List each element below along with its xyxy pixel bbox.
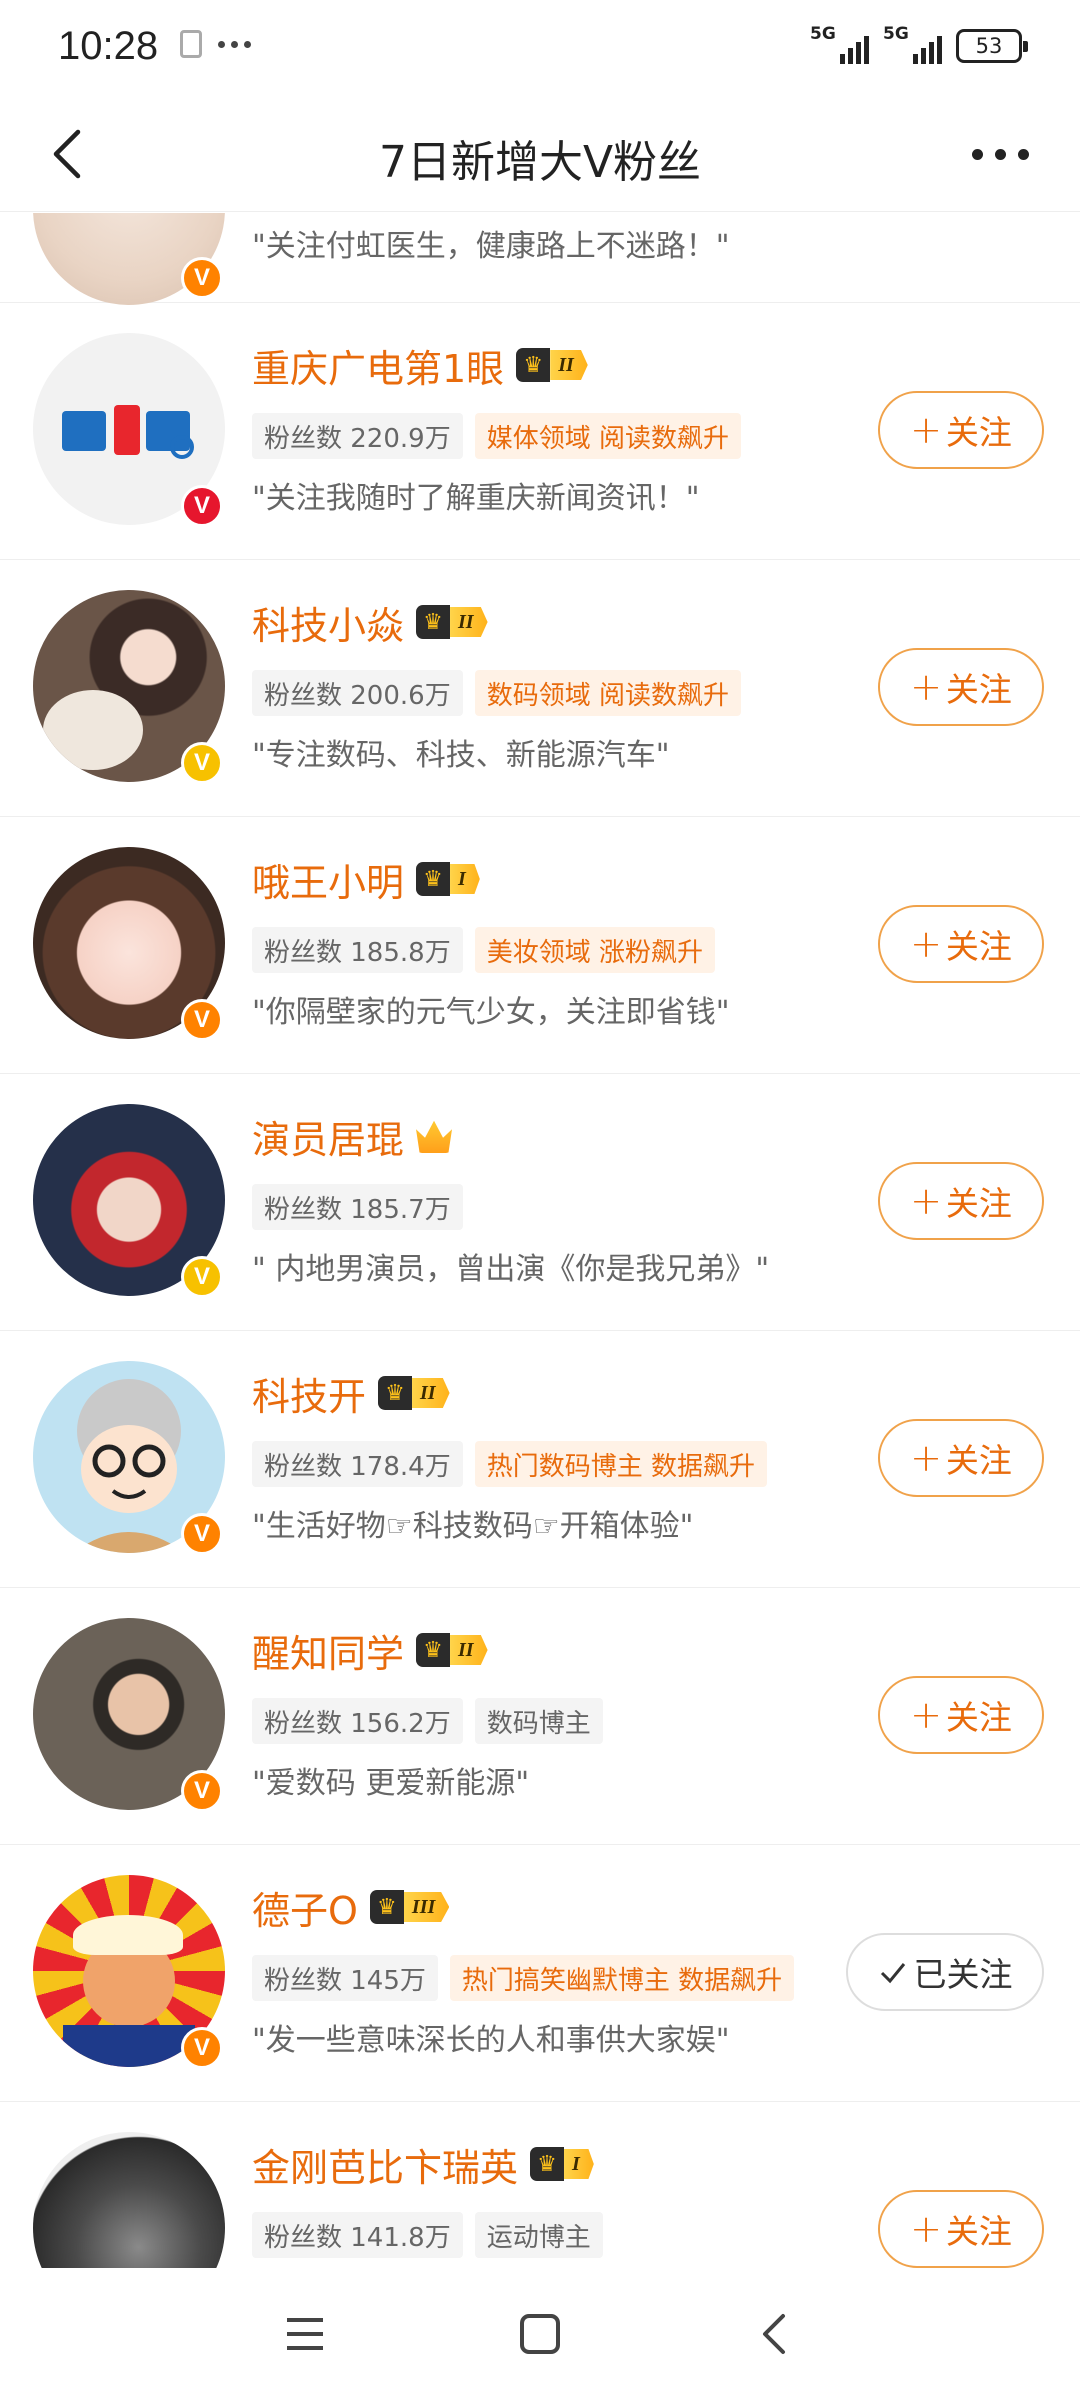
verified-badge-icon: V — [181, 2027, 223, 2069]
follow-button[interactable]: + 关注 — [878, 2190, 1044, 2268]
page-title: 7日新增大V粉丝 — [378, 137, 702, 188]
plus-icon: + — [910, 1436, 942, 1480]
user-bio: " 内地男演员，曾出演《你是我兄弟》" — [252, 1252, 770, 1287]
user-name[interactable]: 科技开 — [252, 1366, 366, 1421]
list-item[interactable]: V 哦王小明 ♛ I 粉丝数 185.8万 美妆领域 涨粉飙升 "你隔壁家的元气少… — [0, 817, 1080, 1074]
logo-icon — [62, 405, 194, 459]
more-options-icon[interactable] — [960, 124, 1040, 184]
plus-icon: + — [910, 922, 942, 966]
follow-button[interactable]: + 关注 — [878, 391, 1044, 469]
fans-count: 粉丝数 220.9万 — [252, 413, 463, 459]
signal-icon-2: 5G — [883, 24, 942, 64]
plus-icon: + — [910, 1693, 942, 1737]
fans-count: 粉丝数 141.8万 — [252, 2212, 463, 2258]
menu-icon[interactable] — [275, 2304, 335, 2364]
plus-icon: + — [910, 665, 942, 709]
category-tag: 美妆领域 涨粉飙升 — [474, 927, 715, 973]
user-bio: "发一些意味深长的人和事供大家娱" — [252, 2023, 730, 2058]
verified-badge-icon: V — [181, 257, 223, 299]
user-name[interactable]: 演员居琨 — [252, 1109, 404, 1164]
home-icon[interactable] — [510, 2304, 570, 2364]
category-tag: 数码领域 阅读数飙升 — [474, 670, 741, 716]
status-bar: 10:28 5G 5G 53 — [0, 0, 1080, 96]
user-name[interactable]: 醒知同学 — [252, 1623, 404, 1678]
more-notifications-icon — [218, 40, 251, 48]
list-item[interactable]: V "关注付虹医生，健康路上不迷路！" — [0, 213, 1080, 305]
user-bio: "关注付虹医生，健康路上不迷路！" — [252, 229, 730, 264]
user-bio: "生活好物☞科技数码☞开箱体验" — [252, 1509, 694, 1544]
verified-badge-icon: V — [181, 1256, 223, 1298]
list-item[interactable]: V 醒知同学 ♛ II 粉丝数 156.2万 数码博主 "爱数码 更爱新能源" +… — [0, 1588, 1080, 1845]
list-item[interactable]: V 科技开 ♛ II 粉丝数 178.4万 热门数码博主 数据飙升 "生活好物☞科… — [0, 1331, 1080, 1588]
user-name[interactable]: 哦王小明 — [252, 852, 404, 907]
category-tag: 运动博主 — [474, 2212, 603, 2258]
follow-button[interactable]: + 关注 — [878, 1162, 1044, 1240]
sim-card-icon — [180, 30, 202, 58]
category-tag: 数码博主 — [474, 1698, 603, 1744]
level-badge-icon: ♛ II — [416, 1633, 488, 1667]
fans-count: 粉丝数 156.2万 — [252, 1698, 463, 1744]
list-item[interactable]: V 演员居琨 粉丝数 185.7万 " 内地男演员，曾出演《你是我兄弟》" + 关… — [0, 1074, 1080, 1331]
plus-icon: + — [910, 408, 942, 452]
followed-button[interactable]: 已关注 — [846, 1933, 1044, 2011]
level-badge-icon: ♛ II — [416, 605, 488, 639]
fans-count: 粉丝数 185.7万 — [252, 1184, 463, 1230]
user-name[interactable]: 科技小焱 — [252, 595, 404, 650]
verified-badge-icon: V — [181, 999, 223, 1041]
checkmark-icon — [880, 1963, 905, 1984]
category-tag: 媒体领域 阅读数飙升 — [474, 413, 741, 459]
verified-badge-icon: V — [181, 1513, 223, 1555]
fans-count: 粉丝数 185.8万 — [252, 927, 463, 973]
verified-badge-icon: V — [181, 742, 223, 784]
follow-button[interactable]: + 关注 — [878, 648, 1044, 726]
verified-badge-icon: V — [181, 1770, 223, 1812]
plus-icon: + — [910, 2207, 942, 2251]
level-badge-icon: ♛ I — [416, 862, 480, 896]
crown-icon — [416, 1120, 453, 1153]
user-bio: "你隔壁家的元气少女，关注即省钱" — [252, 995, 730, 1030]
level-badge-icon: ♛ I — [530, 2147, 594, 2181]
verified-badge-icon: V — [181, 485, 223, 527]
level-badge-icon: ♛ II — [516, 348, 588, 382]
fans-count: 粉丝数 200.6万 — [252, 670, 463, 716]
status-notification-icons — [180, 30, 251, 58]
category-tag: 热门数码博主 数据飙升 — [474, 1441, 767, 1487]
list-item[interactable]: V 科技小焱 ♛ II 粉丝数 200.6万 数码领域 阅读数飙升 "专注数码、科… — [0, 560, 1080, 817]
level-badge-icon: ♛ III — [369, 1890, 450, 1924]
user-bio: "爱数码 更爱新能源" — [252, 1766, 530, 1801]
category-tag: 热门搞笑幽默博主 数据飙升 — [449, 1955, 795, 2001]
signal-icon: 5G — [810, 24, 869, 64]
back-icon[interactable] — [745, 2304, 805, 2364]
follow-button[interactable]: + 关注 — [878, 1676, 1044, 1754]
user-name[interactable]: 金刚芭比卞瑞英 — [252, 2137, 518, 2192]
user-bio: "专注数码、科技、新能源汽车" — [252, 738, 670, 773]
user-bio: "关注我随时了解重庆新闻资讯！" — [252, 481, 700, 516]
fans-count: 粉丝数 145万 — [252, 1955, 438, 2001]
follow-button[interactable]: + 关注 — [878, 905, 1044, 983]
status-system-icons: 5G 5G 53 — [810, 24, 1028, 64]
plus-icon: + — [910, 1179, 942, 1223]
navigation-bar: 7日新增大V粉丝 — [0, 96, 1080, 212]
user-name[interactable]: 德子O — [252, 1880, 358, 1935]
status-time: 10:28 — [58, 24, 159, 68]
list-item[interactable]: V 德子O ♛ III 粉丝数 145万 热门搞笑幽默博主 数据飙升 "发一些意味… — [0, 1845, 1080, 2102]
avatar[interactable] — [33, 2132, 225, 2268]
user-name[interactable]: 重庆广电第1眼 — [252, 338, 504, 393]
list-item[interactable]: 金刚芭比卞瑞英 ♛ I 粉丝数 141.8万 运动博主 + 关注 — [0, 2102, 1080, 2268]
follow-button[interactable]: + 关注 — [878, 1419, 1044, 1497]
system-navigation-bar — [0, 2268, 1080, 2400]
fans-count: 粉丝数 178.4万 — [252, 1441, 463, 1487]
list-item[interactable]: V 重庆广电第1眼 ♛ II 粉丝数 220.9万 媒体领域 阅读数飙升 "关注我… — [0, 303, 1080, 560]
battery-icon: 53 — [956, 29, 1028, 63]
level-badge-icon: ♛ II — [378, 1376, 450, 1410]
follower-list: V "关注付虹医生，健康路上不迷路！" V 重庆广电第1眼 ♛ II 粉丝数 22… — [0, 213, 1080, 2268]
